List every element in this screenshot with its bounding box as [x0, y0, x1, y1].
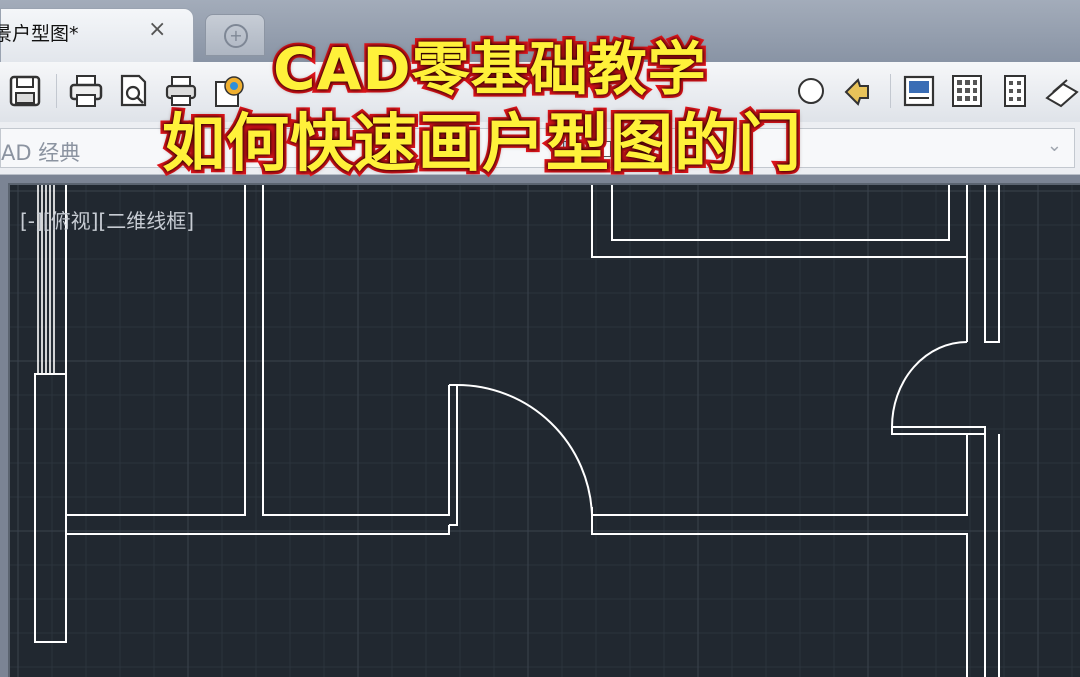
new-tab-button[interactable]: + — [205, 14, 265, 56]
door-leaf — [891, 426, 986, 435]
properties-palette-button[interactable] — [900, 72, 938, 110]
wall-outline — [611, 185, 950, 241]
workspace-label: AD 经典 — [1, 141, 81, 165]
wall-outline — [65, 185, 246, 516]
drawing-canvas[interactable]: [-][俯视][二维线框] — [8, 183, 1080, 677]
close-icon[interactable]: × — [148, 17, 166, 42]
print-preview-button[interactable] — [115, 72, 153, 110]
door-swing-arc — [891, 341, 968, 428]
markup-icon — [1045, 79, 1079, 108]
print-button[interactable] — [67, 72, 105, 110]
print-preview-icon — [120, 74, 147, 107]
toolbar-divider — [890, 74, 891, 108]
door-swing-arc — [456, 384, 593, 516]
tool-palettes-button[interactable] — [948, 72, 986, 110]
tool-palettes-icon — [952, 75, 982, 107]
design-center-icon — [844, 78, 869, 106]
wall-outline — [591, 434, 968, 516]
plus-icon: + — [224, 24, 248, 48]
markup-button[interactable] — [1043, 72, 1080, 110]
save-button[interactable] — [6, 72, 44, 110]
design-center-button[interactable] — [838, 72, 876, 110]
tab-label: 景户型图* — [0, 23, 79, 45]
tab-floor-plan[interactable]: 景户型图* × — [0, 8, 194, 63]
overlay-title-line-2: 如何快速画户型图的门 — [159, 104, 805, 184]
print-icon — [69, 75, 103, 107]
chevron-down-icon[interactable]: ⌄ — [1047, 135, 1062, 156]
sheet-set-button[interactable] — [996, 72, 1034, 110]
wall-outline — [34, 373, 67, 643]
drawing-grid — [10, 185, 1080, 677]
properties-palette-icon — [903, 75, 935, 107]
wall-outline — [984, 185, 1000, 343]
save-icon — [9, 75, 41, 107]
door-leaf — [449, 384, 458, 526]
wall-outline — [591, 515, 968, 677]
wall-outline — [262, 185, 450, 516]
viewport-controls-label[interactable]: [-][俯视][二维线框] — [20, 205, 194, 234]
sheet-set-icon — [1004, 75, 1026, 107]
wall-outline — [591, 185, 968, 342]
toolbar-divider — [56, 74, 57, 108]
